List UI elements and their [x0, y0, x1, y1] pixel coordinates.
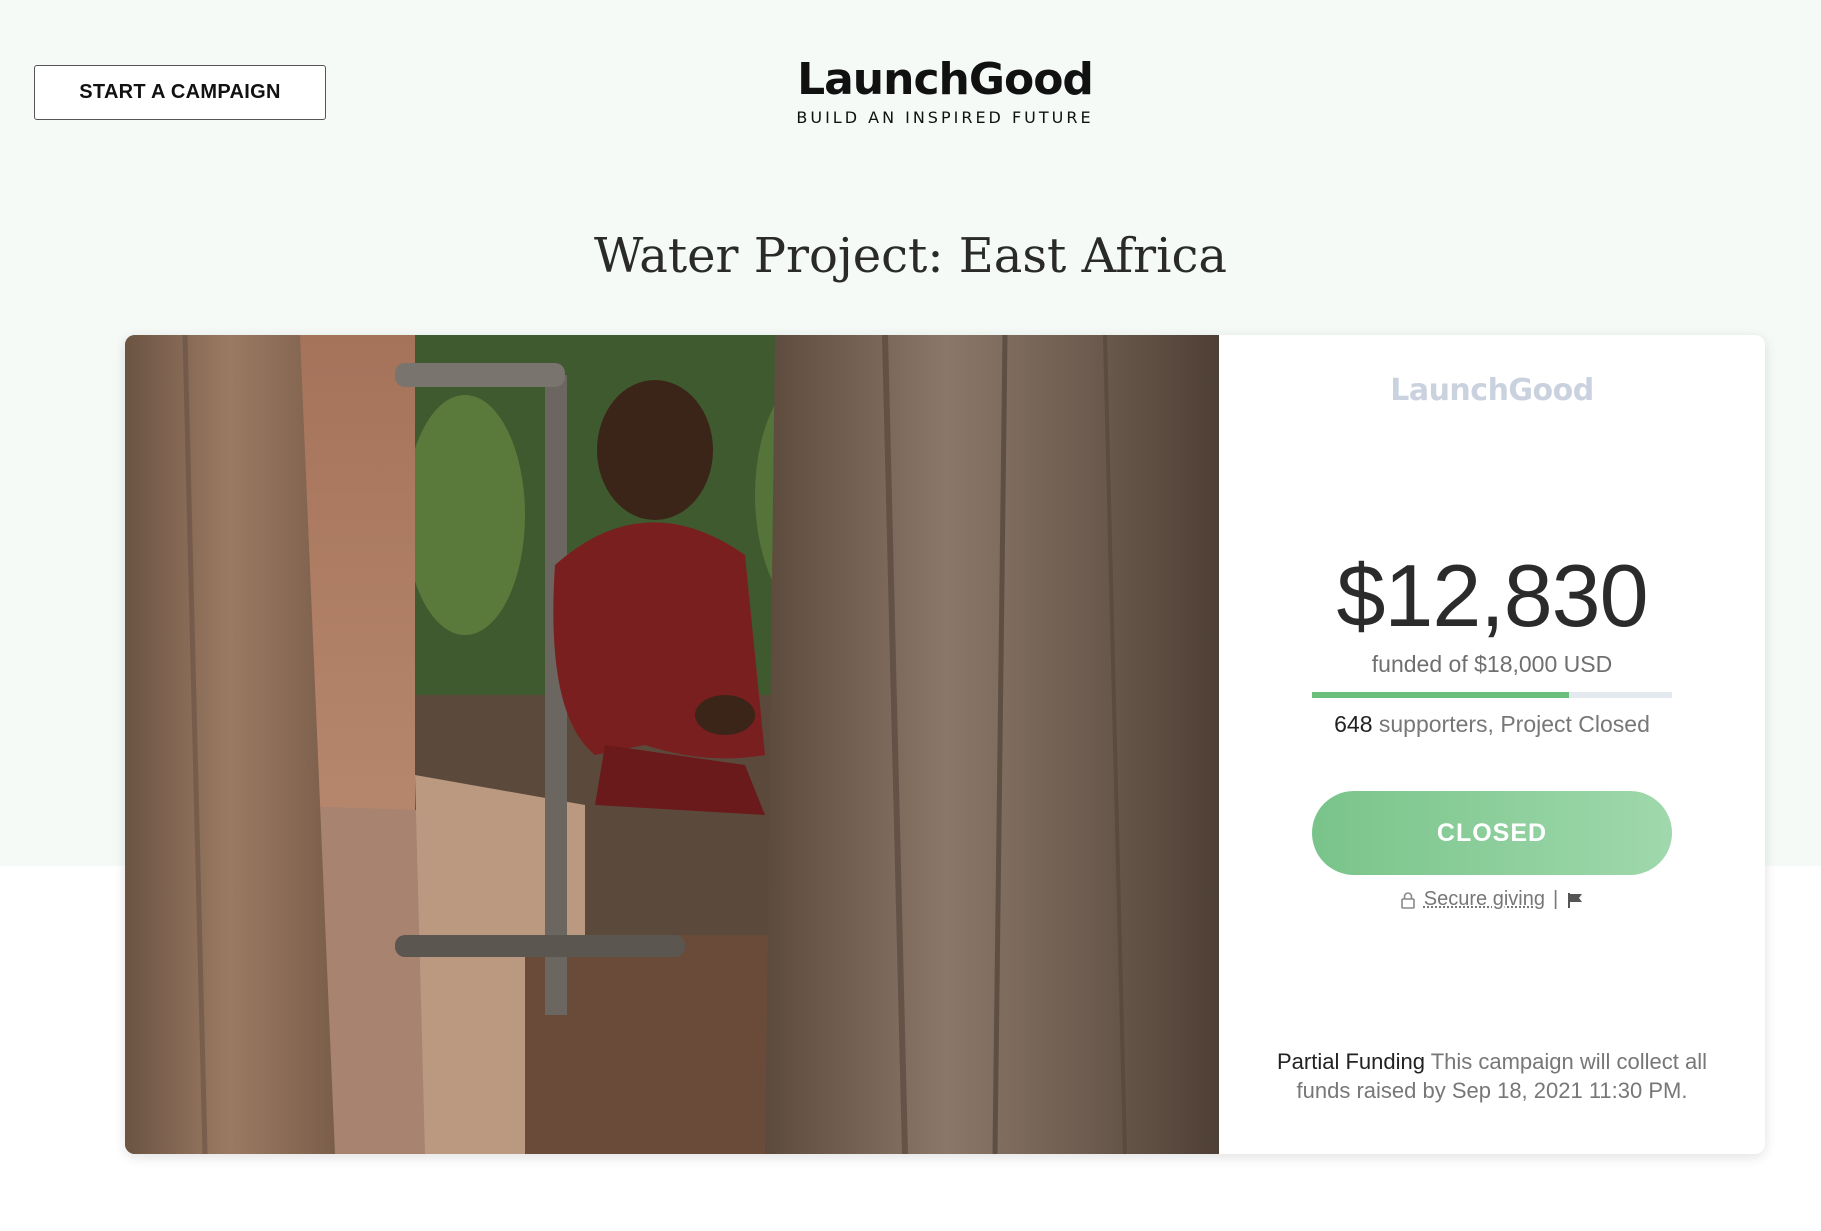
- panel-logo: LaunchGood: [1390, 373, 1594, 408]
- supporters-line: 648 supporters, Project Closed: [1219, 711, 1765, 738]
- amount-raised: $12,830: [1336, 546, 1648, 645]
- secure-giving-link[interactable]: Secure giving: [1424, 888, 1545, 911]
- closed-button[interactable]: CLOSED: [1312, 791, 1672, 875]
- flag-icon[interactable]: [1566, 891, 1584, 909]
- secure-giving-row: Secure giving |: [1219, 888, 1765, 911]
- logo-tagline: BUILD AN INSPIRED FUTURE: [796, 108, 1094, 127]
- partial-funding-note: Partial Funding This campaign will colle…: [1259, 1047, 1725, 1105]
- progress-bar: [1312, 692, 1672, 698]
- lock-icon: [1400, 891, 1415, 909]
- campaign-card: LaunchGood $12,830 funded of $18,000 USD…: [125, 335, 1765, 1154]
- campaign-photo: [125, 335, 1219, 1154]
- funding-goal: funded of $18,000 USD: [1371, 651, 1613, 677]
- start-campaign-button[interactable]: START A CAMPAIGN: [34, 65, 326, 120]
- progress-bar-fill: [1312, 692, 1569, 698]
- separator: |: [1552, 888, 1559, 910]
- logo-wordmark: LaunchGood: [797, 54, 1094, 105]
- campaign-title: Water Project: East Africa: [594, 228, 1227, 284]
- partial-funding-label: Partial Funding: [1276, 1049, 1425, 1074]
- site-logo[interactable]: LaunchGood BUILD AN INSPIRED FUTURE: [700, 54, 1190, 127]
- funding-panel: LaunchGood $12,830 funded of $18,000 USD…: [1219, 335, 1765, 1154]
- supporters-text: supporters, Project Closed: [1378, 711, 1650, 737]
- supporters-count: 648: [1334, 711, 1373, 737]
